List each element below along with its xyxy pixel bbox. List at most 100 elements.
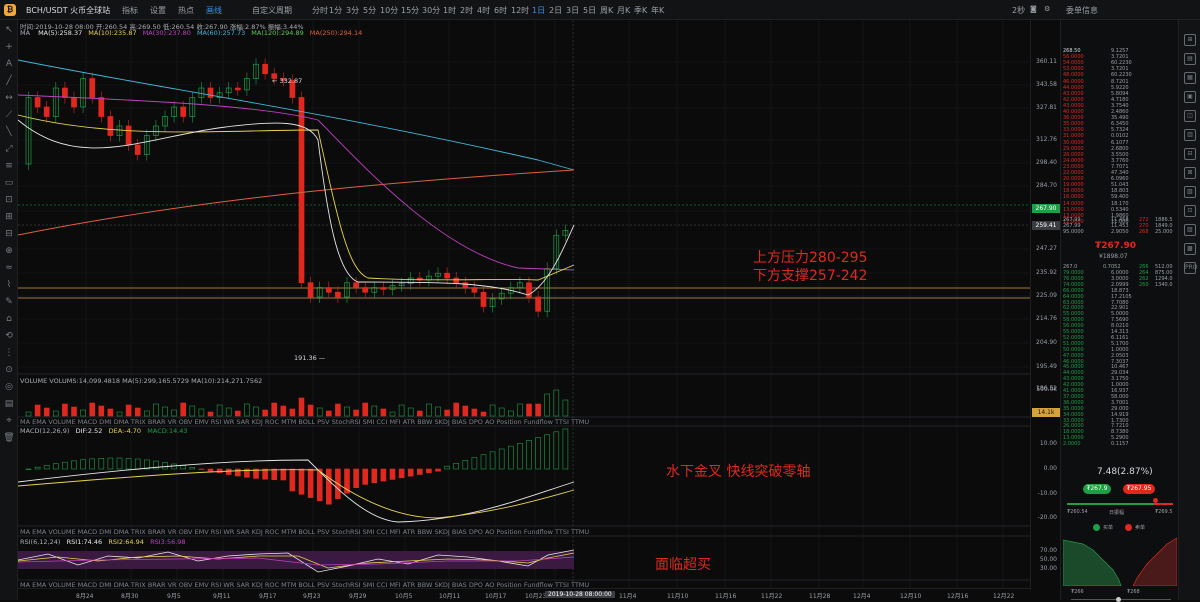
ask-row[interactable]: 56.0000 3.7201 [1063, 54, 1177, 60]
indicator-tabs-volume[interactable]: MA EMA VOLUME MACD DMI DMA TRIX BRAR VR … [20, 418, 589, 426]
drawing-tool-icon[interactable]: ⊕ [3, 245, 15, 257]
ask-row[interactable]: 29.0000 2.6800 [1063, 146, 1177, 152]
ask-row[interactable]: 20.0000 6.0960 [1063, 176, 1177, 182]
timeframe-tab[interactable]: 30分 [422, 5, 440, 16]
drawing-tool-icon[interactable]: ≡ [3, 160, 15, 172]
drawing-tool-icon[interactable]: ◎ [3, 381, 15, 393]
timeframe-tab[interactable]: 5分 [363, 5, 376, 16]
timeframe-tab[interactable]: 10分 [380, 5, 398, 16]
right-tool-icon[interactable]: ▦ [1184, 72, 1196, 84]
right-tool-icon[interactable]: PRO [1184, 262, 1198, 274]
drawing-tool-icon[interactable]: ⤢ [3, 143, 15, 155]
indicator-tabs-macd[interactable]: MA EMA VOLUME MACD DMI DMA TRIX BRAR VR … [20, 528, 589, 536]
timeframe-tab[interactable]: 15分 [401, 5, 419, 16]
drawing-tool-icon[interactable]: ✎ [3, 296, 15, 308]
ask-row[interactable]: 35.0000 6.3450 [1063, 121, 1177, 127]
drawing-tool-icon[interactable]: ↖ [3, 24, 15, 36]
timeframe-tab[interactable]: 4时 [477, 5, 490, 16]
ask-row[interactable]: 22.0000 47.340 [1063, 170, 1177, 176]
drawing-tool-icon[interactable]: A [3, 58, 15, 70]
timeframe-tab[interactable]: 3日 [566, 5, 579, 16]
right-tool-icon[interactable]: ▣ [1184, 91, 1196, 103]
drawing-tool-icon[interactable]: ⌂ [3, 313, 15, 325]
right-tool-icon[interactable]: ⊡ [1184, 205, 1196, 217]
right-tool-icon[interactable]: ▤ [1184, 53, 1196, 65]
ask-row[interactable]: 44.0000 5.9220 [1063, 85, 1177, 91]
timeframe-tab[interactable]: 1分 [329, 5, 342, 16]
drawing-tool-icon[interactable]: ⊙ [3, 364, 15, 376]
ask-row[interactable]: 18.0000 18.803 [1063, 188, 1177, 194]
drawing-tool-icon[interactable]: ▤ [3, 398, 15, 410]
ask-row[interactable]: 23.0000 7.7071 [1063, 164, 1177, 170]
ask-row[interactable]: 43.0000 3.7540 [1063, 103, 1177, 109]
bid-pill-button[interactable]: ₮267.9 [1083, 484, 1111, 494]
ask-row[interactable]: 54.0000 60.2230 [1063, 60, 1177, 66]
ask-row[interactable]: 13.0000 0.5340 [1063, 207, 1177, 213]
right-tool-icon[interactable]: ⊠ [1184, 167, 1196, 179]
right-tool-icon[interactable]: ▥ [1184, 129, 1196, 141]
timeframe-tab[interactable]: 年K [651, 5, 664, 16]
timeframe-tab[interactable]: 月K [617, 5, 630, 16]
book-mid-row[interactable]: 95.0000 2.9050 268 25.000 [1063, 229, 1177, 235]
hotspot-button[interactable]: 热点 [178, 5, 194, 16]
ask-row[interactable]: 40.0000 2.4860 [1063, 109, 1177, 115]
draw-line-button[interactable]: 画线 [206, 5, 222, 16]
ask-row[interactable]: 14.0000 18.170 [1063, 201, 1177, 207]
ask-row[interactable]: 30.0000 6.1077 [1063, 140, 1177, 146]
right-tool-icon[interactable]: ▧ [1184, 186, 1196, 198]
right-tool-icon[interactable]: ◫ [1184, 110, 1196, 122]
bid-row[interactable]: 2.0000 0.1157 [1063, 441, 1177, 447]
time-axis[interactable]: 8月24 8月30 9月5 9月11 9月17 9月23 9月29 10月5 10月11 10月1… [18, 588, 1030, 600]
ask-row[interactable]: 48.0000 60.2230 [1063, 72, 1177, 78]
drawing-tool-icon[interactable]: ↔ [3, 92, 15, 104]
drawing-tool-icon[interactable]: ▭ [3, 177, 15, 189]
right-tool-icon[interactable]: ▨ [1184, 224, 1196, 236]
ask-pill-button[interactable]: ₮267.95 [1123, 484, 1155, 494]
drawing-tool-icon[interactable]: ≈ [3, 262, 15, 274]
indicator-button[interactable]: 指标 [122, 5, 138, 16]
ask-row[interactable]: 36.0000 35.490 [1063, 115, 1177, 121]
camera-icon[interactable]: ◙ [1030, 5, 1037, 13]
timeframe-tab[interactable]: 季K [634, 5, 647, 16]
right-tool-icon[interactable]: ⊟ [1184, 148, 1196, 160]
timeframe-tab[interactable]: 12时 [511, 5, 529, 16]
right-tool-icon[interactable]: ▩ [1184, 243, 1196, 255]
ask-row[interactable]: 46.0000 8.7201 [1063, 79, 1177, 85]
timeframe-tab[interactable]: 2日 [549, 5, 562, 16]
drawing-tool-icon[interactable]: 🗑 [3, 432, 15, 444]
ask-row[interactable]: 53.0000 3.7201 [1063, 66, 1177, 72]
drawing-tool-icon[interactable]: ⟲ [3, 330, 15, 342]
timeframe-tab[interactable]: 2时 [460, 5, 473, 16]
price-axis[interactable]: 360.11343.58327.81312.76298.40284.70271.… [1030, 20, 1060, 590]
timeframe-tab[interactable]: 1日 [532, 5, 545, 16]
chart-canvas[interactable] [18, 20, 1030, 590]
timeframe-tab[interactable]: 5日 [583, 5, 596, 16]
ask-row[interactable]: 31.0000 0.0102 [1063, 133, 1177, 139]
drawing-tool-icon[interactable]: ⋮ [3, 347, 15, 359]
ask-row[interactable]: 33.0000 5.7324 [1063, 127, 1177, 133]
right-tool-icon[interactable]: ⊞ [1184, 34, 1196, 46]
drawing-tool-icon[interactable]: ⊟ [3, 228, 15, 240]
drawing-tool-icon[interactable]: ⊡ [3, 194, 15, 206]
timeframe-tab[interactable]: 分时 [312, 5, 328, 16]
chart-area[interactable]: 时间:2019-10-28 08:00 开:260.54 高:269.50 低:… [18, 20, 1030, 590]
ask-row[interactable]: 24.0000 3.7760 [1063, 158, 1177, 164]
ask-row[interactable]: 26.0000 3.5500 [1063, 152, 1177, 158]
drawing-tool-icon[interactable]: ⟋ [3, 109, 15, 121]
drawing-tool-icon[interactable]: ⊞ [3, 211, 15, 223]
custom-period-button[interactable]: 自定义周期 [252, 5, 292, 16]
timeframe-tab[interactable]: 3分 [346, 5, 359, 16]
settings-button[interactable]: 设置 [150, 5, 166, 16]
drawing-tool-icon[interactable]: + [3, 41, 15, 53]
timeframe-tab[interactable]: 周K [600, 5, 613, 16]
ask-row[interactable]: 42.0000 4.7180 [1063, 97, 1177, 103]
settings-icon[interactable]: ⚙ [1044, 5, 1050, 13]
timeframe-tab[interactable]: 1时 [443, 5, 456, 16]
symbol-title[interactable]: BCH/USDT 火币全球站 [26, 5, 110, 16]
ask-row[interactable]: 43.0000 5.8094 [1063, 91, 1177, 97]
ask-row[interactable]: 268.50 9.1257 [1063, 48, 1177, 54]
ask-row[interactable]: 16.0000 59.400 [1063, 194, 1177, 200]
drawing-tool-icon[interactable]: ╲ [3, 126, 15, 138]
drawing-tool-icon[interactable]: ╱ [3, 75, 15, 87]
drawing-tool-icon[interactable]: ⌇ [3, 279, 15, 291]
